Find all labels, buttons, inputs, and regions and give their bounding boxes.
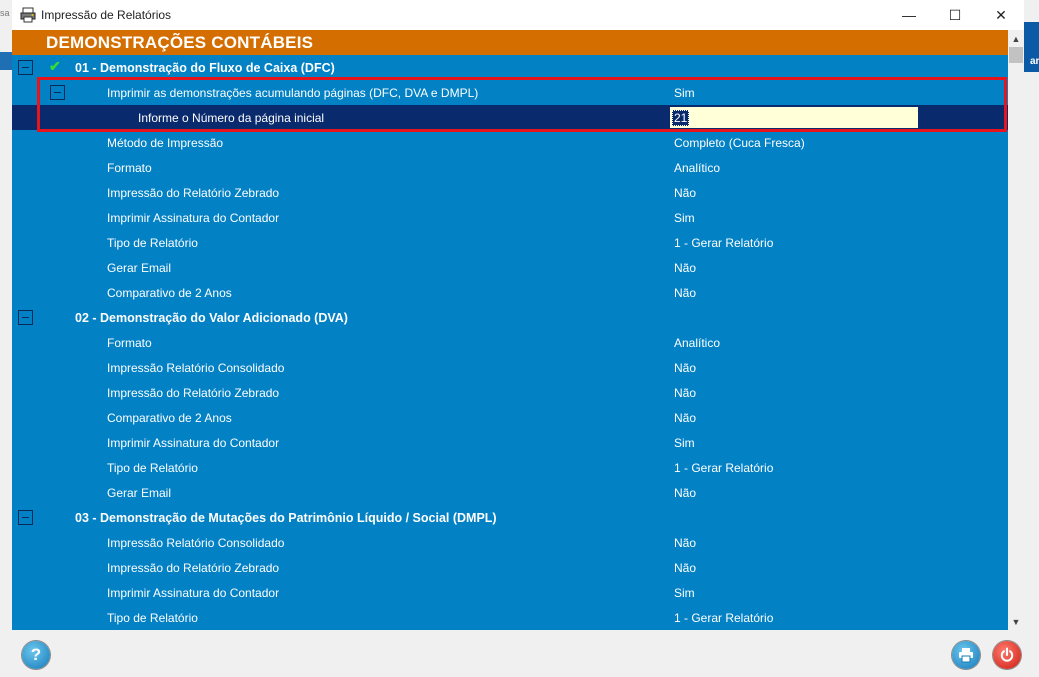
option-label: Tipo de Relatório [107, 611, 198, 625]
option-row[interactable]: Imprimir Assinatura do Contador Sim [12, 205, 1008, 230]
option-row[interactable]: Comparativo de 2 Anos Não [12, 405, 1008, 430]
option-row[interactable]: Formato Analítico [12, 155, 1008, 180]
option-row[interactable]: Comparativo de 2 Anos Não [12, 280, 1008, 305]
scroll-up-arrow-icon[interactable]: ▲ [1008, 30, 1024, 47]
option-label: Comparativo de 2 Anos [107, 286, 232, 300]
title-bar[interactable]: Impressão de Relatórios — ☐ ✕ [12, 0, 1024, 30]
option-row[interactable]: Formato Analítico [12, 330, 1008, 355]
option-label: Imprimir as demonstrações acumulando pág… [107, 86, 479, 100]
collapse-icon[interactable] [18, 60, 33, 75]
section-title: 02 - Demonstração do Valor Adicionado (D… [75, 311, 348, 325]
option-value[interactable]: Não [674, 261, 696, 275]
background-app-right [1024, 0, 1039, 677]
printer-app-icon [20, 7, 36, 23]
option-row[interactable]: Impressão Relatório Consolidado Não [12, 355, 1008, 380]
option-label: Tipo de Relatório [107, 461, 198, 475]
vertical-scrollbar[interactable]: ▲ ▼ [1008, 30, 1024, 630]
start-page-input[interactable] [670, 107, 918, 128]
option-value[interactable]: Analítico [674, 336, 720, 350]
option-value[interactable]: Sim [674, 586, 695, 600]
report-options-panel: DEMONSTRAÇÕES CONTÁBEIS ✔ 01 - Demonstra… [12, 30, 1008, 630]
option-label: Formato [107, 336, 152, 350]
option-row[interactable]: Impressão Relatório Consolidado Não [12, 530, 1008, 555]
printer-icon [959, 648, 973, 663]
background-left-text: sa [0, 8, 10, 18]
section-dva[interactable]: 02 - Demonstração do Valor Adicionado (D… [12, 305, 1008, 330]
option-value[interactable]: 1 - Gerar Relatório [674, 461, 773, 475]
option-value[interactable]: Completo (Cuca Fresca) [674, 136, 805, 150]
minimize-button[interactable]: — [886, 0, 932, 30]
option-value[interactable]: Não [674, 386, 696, 400]
option-label: Impressão Relatório Consolidado [107, 361, 285, 375]
check-icon: ✔ [49, 58, 61, 74]
option-row[interactable]: Tipo de Relatório 1 - Gerar Relatório [12, 455, 1008, 480]
option-label: Impressão do Relatório Zebrado [107, 386, 280, 400]
option-row[interactable]: Método de Impressão Completo (Cuca Fresc… [12, 130, 1008, 155]
option-row[interactable]: Impressão do Relatório Zebrado Não [12, 180, 1008, 205]
option-row[interactable]: Tipo de Relatório 1 - Gerar Relatório [12, 230, 1008, 255]
close-button[interactable]: ✕ [978, 0, 1024, 30]
option-value[interactable]: Não [674, 361, 696, 375]
option-value[interactable]: Não [674, 561, 696, 575]
help-icon: ? [30, 645, 42, 664]
section-title: 01 - Demonstração do Fluxo de Caixa (DFC… [75, 61, 335, 75]
option-label: Comparativo de 2 Anos [107, 411, 232, 425]
option-label: Imprimir Assinatura do Contador [107, 436, 280, 450]
option-value[interactable]: Analítico [674, 161, 720, 175]
option-row[interactable]: Impressão do Relatório Zebrado Não [12, 555, 1008, 580]
option-label: Imprimir Assinatura do Contador [107, 586, 280, 600]
option-label: Gerar Email [107, 486, 172, 500]
option-row[interactable]: Gerar Email Não [12, 480, 1008, 505]
option-value[interactable]: Não [674, 486, 696, 500]
option-label: Impressão do Relatório Zebrado [107, 186, 280, 200]
collapse-icon[interactable] [18, 510, 33, 525]
option-label: Formato [107, 161, 152, 175]
footer-bar: ? [12, 630, 1024, 677]
maximize-button[interactable]: ☐ [932, 0, 978, 30]
option-label: Informe o Número da página inicial [138, 111, 325, 125]
option-value[interactable]: 1 - Gerar Relatório [674, 611, 773, 625]
option-value[interactable]: Não [674, 536, 696, 550]
scroll-thumb[interactable] [1009, 47, 1023, 63]
option-value[interactable]: Não [674, 411, 696, 425]
option-label: Impressão do Relatório Zebrado [107, 561, 280, 575]
option-row[interactable]: Impressão do Relatório Zebrado Não [12, 380, 1008, 405]
collapse-icon[interactable] [50, 85, 65, 100]
option-value[interactable]: Sim [674, 436, 695, 450]
option-value[interactable]: Sim [674, 86, 695, 100]
section-dmpl[interactable]: 03 - Demonstração de Mutações do Patrimô… [12, 505, 1008, 530]
option-row[interactable]: Tipo de Relatório 1 - Gerar Relatório [12, 605, 1008, 630]
option-value[interactable]: Não [674, 186, 696, 200]
option-row[interactable]: Gerar Email Não [12, 255, 1008, 280]
option-label: Gerar Email [107, 261, 172, 275]
option-value[interactable]: Não [674, 286, 696, 300]
help-button[interactable]: ? [22, 641, 50, 669]
section-dfc[interactable]: ✔ 01 - Demonstração do Fluxo de Caixa (D… [12, 55, 1008, 80]
option-row[interactable]: Imprimir Assinatura do Contador Sim [12, 430, 1008, 455]
collapse-icon[interactable] [18, 310, 33, 325]
section-header-band: DEMONSTRAÇÕES CONTÁBEIS [12, 30, 1008, 55]
panel-title: DEMONSTRAÇÕES CONTÁBEIS [46, 33, 314, 52]
background-right-text: ar [1030, 56, 1039, 67]
option-label: Impressão Relatório Consolidado [107, 536, 285, 550]
option-value[interactable]: 1 - Gerar Relatório [674, 236, 773, 250]
exit-button[interactable] [993, 641, 1021, 669]
option-row[interactable]: Imprimir Assinatura do Contador Sim [12, 580, 1008, 605]
section-title: 03 - Demonstração de Mutações do Patrimô… [75, 511, 497, 525]
option-label: Tipo de Relatório [107, 236, 198, 250]
scroll-down-arrow-icon[interactable]: ▼ [1008, 613, 1024, 630]
window-title: Impressão de Relatórios [41, 8, 172, 22]
option-row-accumulate-pages[interactable]: Imprimir as demonstrações acumulando pág… [12, 80, 1008, 105]
option-label: Método de Impressão [107, 136, 224, 150]
start-page-value: 21 [672, 110, 690, 126]
report-print-window: Impressão de Relatórios — ☐ ✕ DEMONSTRAÇ… [12, 0, 1024, 677]
print-button[interactable] [952, 641, 980, 669]
power-icon [1000, 647, 1014, 662]
background-left-strip [0, 52, 12, 70]
option-label: Imprimir Assinatura do Contador [107, 211, 280, 225]
option-row-start-page[interactable]: Informe o Número da página inicial 21 [12, 105, 1008, 130]
option-value[interactable]: Sim [674, 211, 695, 225]
